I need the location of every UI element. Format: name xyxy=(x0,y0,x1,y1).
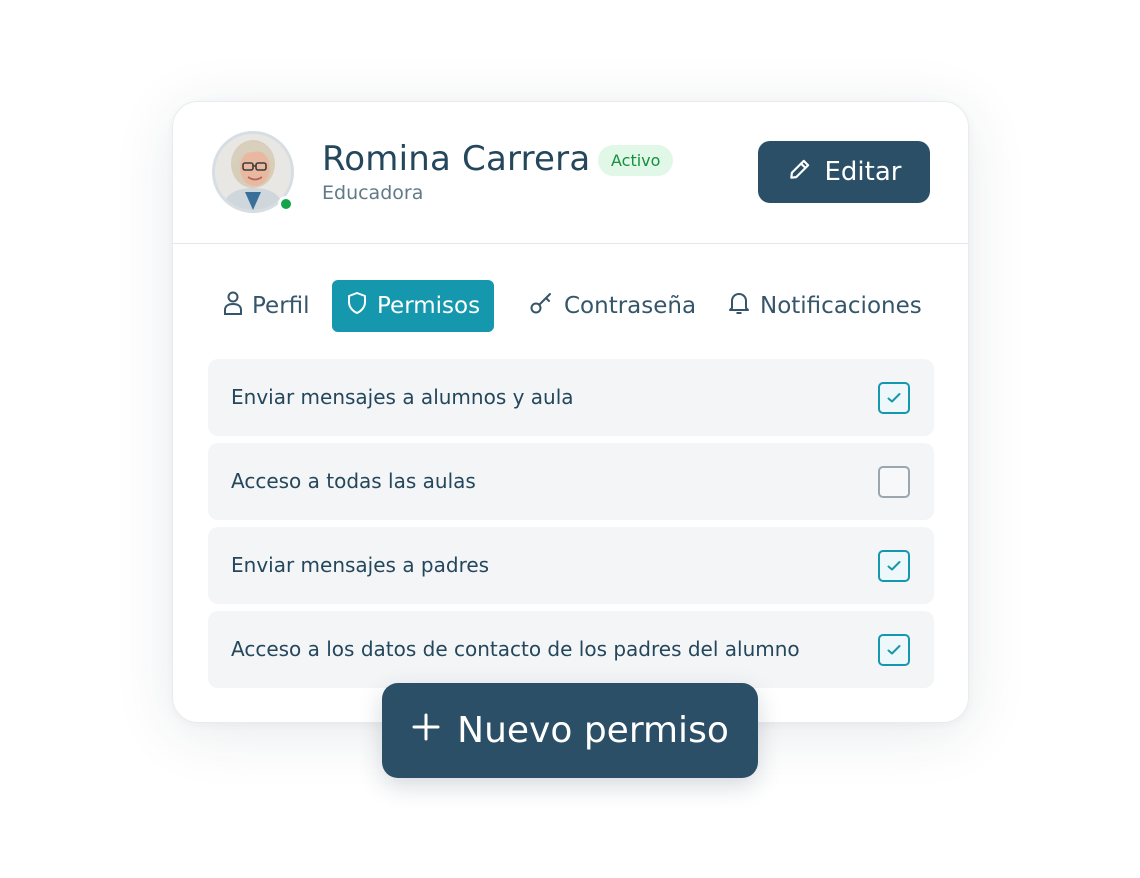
tab-permisos[interactable]: Permisos xyxy=(332,280,495,332)
tab-label: Permisos xyxy=(377,293,481,319)
permission-label: Enviar mensajes a alumnos y aula xyxy=(231,385,574,409)
check-icon xyxy=(887,645,901,655)
user-card: Romina Carrera Activo Educadora Editar P… xyxy=(172,101,969,723)
bell-icon xyxy=(727,290,751,322)
tab-contrasena[interactable]: Contraseña xyxy=(529,280,696,332)
check-icon xyxy=(887,561,901,571)
tab-label: Perfil xyxy=(252,293,310,319)
edit-button-label: Editar xyxy=(824,157,902,187)
tab-label: Notificaciones xyxy=(760,293,922,319)
tab-notificaciones[interactable]: Notificaciones xyxy=(727,280,922,332)
key-icon xyxy=(529,290,555,322)
permissions-list: Enviar mensajes a alumnos y aula Acceso … xyxy=(208,359,934,695)
permission-row: Enviar mensajes a alumnos y aula xyxy=(208,359,934,436)
shield-icon xyxy=(346,291,368,321)
user-header: Romina Carrera Activo Educadora Editar xyxy=(173,102,968,244)
permission-checkbox[interactable] xyxy=(878,550,910,582)
pencil-icon xyxy=(787,156,813,189)
permission-checkbox[interactable] xyxy=(878,634,910,666)
permission-row: Acceso a los datos de contacto de los pa… xyxy=(208,611,934,688)
status-badge: Activo xyxy=(598,145,674,176)
permission-row: Enviar mensajes a padres xyxy=(208,527,934,604)
permission-checkbox[interactable] xyxy=(878,466,910,498)
plus-icon xyxy=(411,710,441,751)
permission-label: Enviar mensajes a padres xyxy=(231,553,490,577)
user-name: Romina Carrera xyxy=(322,139,591,179)
permission-row: Acceso a todas las aulas xyxy=(208,443,934,520)
tab-bar: Perfil Permisos Contraseña Notificacione… xyxy=(208,280,938,332)
permission-checkbox[interactable] xyxy=(878,382,910,414)
new-permission-label: Nuevo permiso xyxy=(457,710,729,751)
online-status-dot xyxy=(278,196,294,212)
user-role: Educadora xyxy=(322,182,424,204)
tab-label: Contraseña xyxy=(564,293,697,319)
edit-button[interactable]: Editar xyxy=(758,141,930,203)
permission-label: Acceso a todas las aulas xyxy=(231,469,476,493)
tab-perfil[interactable]: Perfil xyxy=(223,280,310,332)
user-icon xyxy=(223,290,243,322)
check-icon xyxy=(887,393,901,403)
permission-label: Acceso a los datos de contacto de los pa… xyxy=(231,637,800,661)
new-permission-button[interactable]: Nuevo permiso xyxy=(382,683,758,778)
